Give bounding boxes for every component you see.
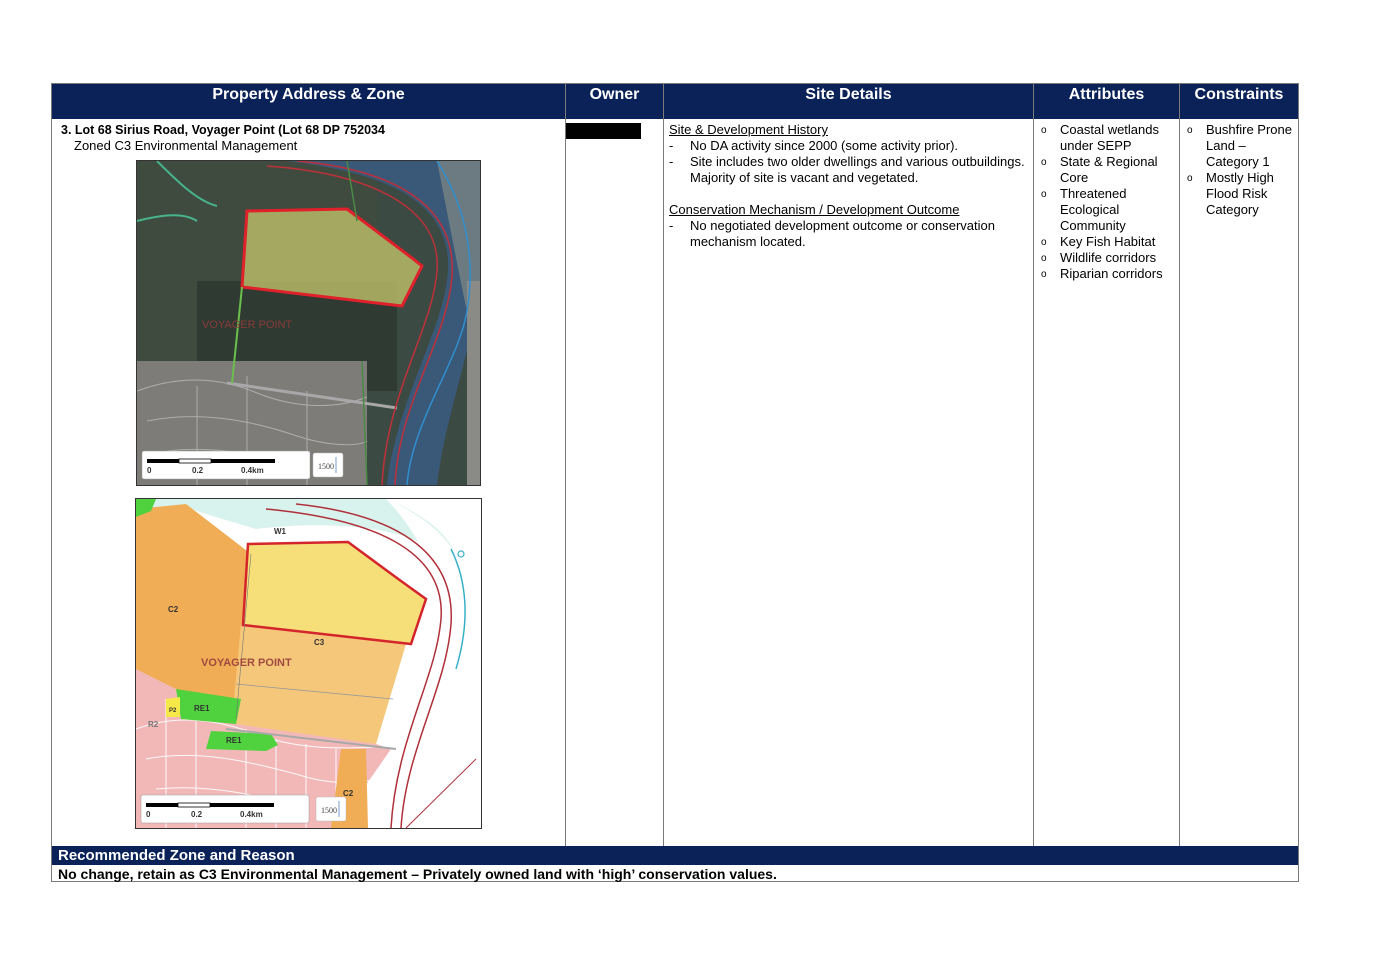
attributes-list: Coastal wetlands under SEPP State & Regi… (1039, 122, 1175, 283)
list-item: Site includes two older dwellings and va… (669, 154, 1029, 186)
list-item: Key Fish Habitat (1039, 234, 1175, 251)
site-details-cell: Site & Development History No DA activit… (669, 122, 1029, 250)
list-item: No DA activity since 2000 (some activity… (669, 138, 1029, 154)
list-item: Threatened Ecological Community (1039, 186, 1175, 234)
header-constraints: Constraints (1179, 84, 1298, 119)
zoning-scale-code: 1500 (321, 806, 337, 815)
header-property: Property Address & Zone (52, 84, 565, 119)
list-item: Riparian corridors (1039, 266, 1175, 283)
zoning-scale-0: 0 (146, 810, 151, 819)
attributes-cell: Coastal wetlands under SEPP State & Regi… (1039, 122, 1175, 283)
zone-label-re1-a: RE1 (194, 704, 210, 713)
zone-label-c3: C3 (314, 638, 325, 647)
list-item: No negotiated development outcome or con… (669, 218, 1029, 250)
zone-label-w1: W1 (274, 527, 287, 536)
aerial-scale-04: 0.4km (241, 466, 264, 475)
conservation-list: No negotiated development outcome or con… (669, 218, 1029, 250)
header-attributes: Attributes (1033, 84, 1179, 119)
owner-redacted (566, 123, 641, 139)
aerial-scale-0: 0 (147, 466, 152, 475)
list-item: State & Regional Core (1039, 154, 1175, 186)
recommendation-text: No change, retain as C3 Environmental Ma… (58, 866, 777, 882)
list-item: Wildlife corridors (1039, 250, 1175, 267)
list-item: Bushfire Prone Land – Category 1 (1185, 122, 1295, 170)
column-divider (565, 84, 566, 846)
aerial-place-label: VOYAGER POINT (202, 319, 293, 331)
zoning-map: W1 C2 C3 RE1 RE1 P2 C2 R2 VOYAGER POINT … (135, 498, 482, 829)
aerial-scale-code: 1500 (318, 462, 334, 471)
constraints-list: Bushfire Prone Land – Category 1 Mostly … (1185, 122, 1295, 218)
list-item: Coastal wetlands under SEPP (1039, 122, 1175, 154)
column-divider (1033, 84, 1034, 846)
zoning-scale-02: 0.2 (191, 810, 203, 819)
zone-label-re1-b: RE1 (226, 736, 242, 745)
recommendation-heading: Recommended Zone and Reason (52, 846, 1298, 865)
zone-label-r2: R2 (148, 720, 159, 729)
header-site-details: Site Details (663, 84, 1033, 119)
column-divider (663, 84, 664, 846)
zoning-scale-04: 0.4km (240, 810, 263, 819)
property-assessment-table: Property Address & Zone Owner Site Detai… (51, 83, 1299, 882)
zone-label-c2: C2 (168, 605, 179, 614)
zone-label-c2-lower: C2 (343, 789, 354, 798)
zoning-place-label: VOYAGER POINT (201, 657, 292, 669)
property-address: 3. Lot 68 Sirius Road, Voyager Point (Lo… (61, 123, 385, 137)
column-divider (1179, 84, 1180, 846)
property-zone: Zoned C3 Environmental Management (74, 138, 298, 153)
history-list: No DA activity since 2000 (some activity… (669, 138, 1029, 186)
constraints-cell: Bushfire Prone Land – Category 1 Mostly … (1185, 122, 1295, 218)
property-cell: 3. Lot 68 Sirius Road, Voyager Point (Lo… (61, 122, 561, 154)
aerial-map: VOYAGER POINT 0 0.2 0.4km 1500 (136, 160, 481, 486)
aerial-scale-02: 0.2 (192, 466, 204, 475)
list-item: Mostly High Flood Risk Category (1185, 170, 1295, 218)
zone-label-p2: P2 (169, 708, 177, 714)
conservation-heading: Conservation Mechanism / Development Out… (669, 202, 960, 217)
header-owner: Owner (565, 84, 663, 119)
history-heading: Site & Development History (669, 122, 828, 137)
